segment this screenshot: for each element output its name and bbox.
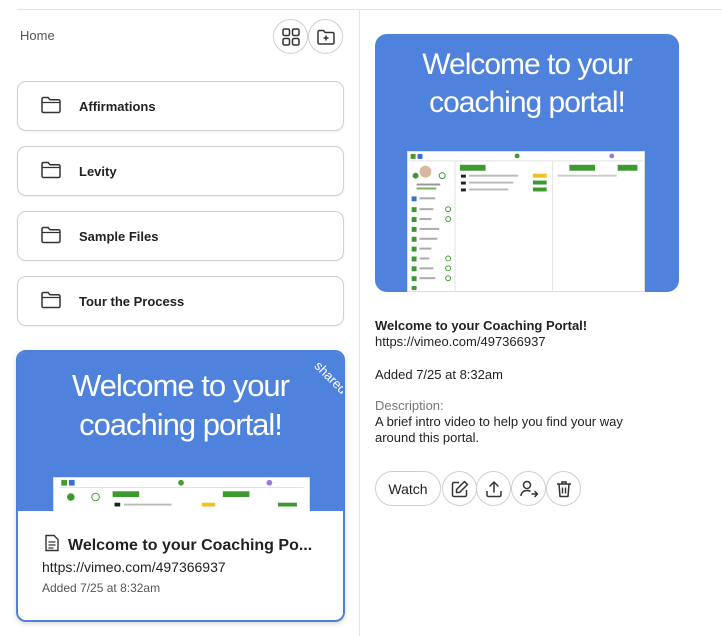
folder-icon — [41, 161, 61, 179]
document-icon — [45, 534, 59, 552]
folder-label: Sample Files — [79, 228, 159, 244]
folder-label: Tour the Process — [79, 293, 185, 309]
folder-affirmations[interactable]: Affirmations — [17, 81, 344, 131]
trash-icon — [556, 480, 571, 497]
preview-title: Welcome to your coaching portal! — [375, 46, 679, 122]
preview-title-line: coaching portal! — [429, 86, 626, 119]
folder-tour-the-process[interactable]: Tour the Process — [17, 276, 344, 326]
file-card-url: https://vimeo.com/497366937 — [42, 559, 226, 575]
file-card-body: Welcome to your Coaching Po... https://v… — [18, 511, 343, 620]
portal-screenshot-image — [53, 477, 310, 511]
thumbnail-title-line: Welcome to your — [71, 368, 290, 403]
file-card-selected[interactable]: Welcome to your coaching portal! shared … — [16, 350, 345, 622]
top-rule — [17, 9, 722, 10]
detail-title: Welcome to your Coaching Portal! — [375, 318, 588, 333]
column-divider — [359, 10, 360, 636]
folder-icon — [41, 226, 61, 244]
watch-button[interactable]: Watch — [375, 471, 441, 506]
detail-url[interactable]: https://vimeo.com/497366937 — [375, 334, 546, 349]
folder-label: Affirmations — [79, 98, 156, 114]
detail-added: Added 7/25 at 8:32am — [375, 367, 503, 382]
thumbnail-title: Welcome to your coaching portal! — [18, 366, 343, 444]
edit-button[interactable] — [442, 471, 477, 506]
grid-view-button[interactable] — [273, 19, 308, 54]
folder-sample-files[interactable]: Sample Files — [17, 211, 344, 261]
grid-view-icon — [281, 27, 300, 46]
user-share-icon — [519, 480, 538, 497]
portal-screenshot-image — [407, 151, 645, 292]
description-text: A brief intro video to help you find you… — [375, 414, 623, 445]
folder-icon — [41, 291, 61, 309]
upload-button[interactable] — [476, 471, 511, 506]
breadcrumb-home[interactable]: Home — [20, 28, 55, 43]
delete-button[interactable] — [546, 471, 581, 506]
folder-icon — [41, 96, 61, 114]
edit-icon — [451, 480, 468, 497]
preview-title-line: Welcome to your — [422, 48, 633, 81]
file-thumbnail: Welcome to your coaching portal! shared — [18, 352, 343, 511]
description-label: Description: — [375, 398, 444, 413]
folder-levity[interactable]: Levity — [17, 146, 344, 196]
file-card-title: Welcome to your Coaching Po... — [68, 537, 313, 554]
folder-label: Levity — [79, 163, 117, 179]
folder-plus-icon — [316, 29, 335, 45]
thumbnail-title-line: coaching portal! — [79, 407, 283, 442]
new-folder-button[interactable] — [308, 19, 343, 54]
file-card-added: Added 7/25 at 8:32am — [42, 581, 161, 595]
share-user-button[interactable] — [511, 471, 546, 506]
upload-icon — [485, 480, 502, 497]
detail-preview: Welcome to your coaching portal! — [375, 34, 679, 292]
